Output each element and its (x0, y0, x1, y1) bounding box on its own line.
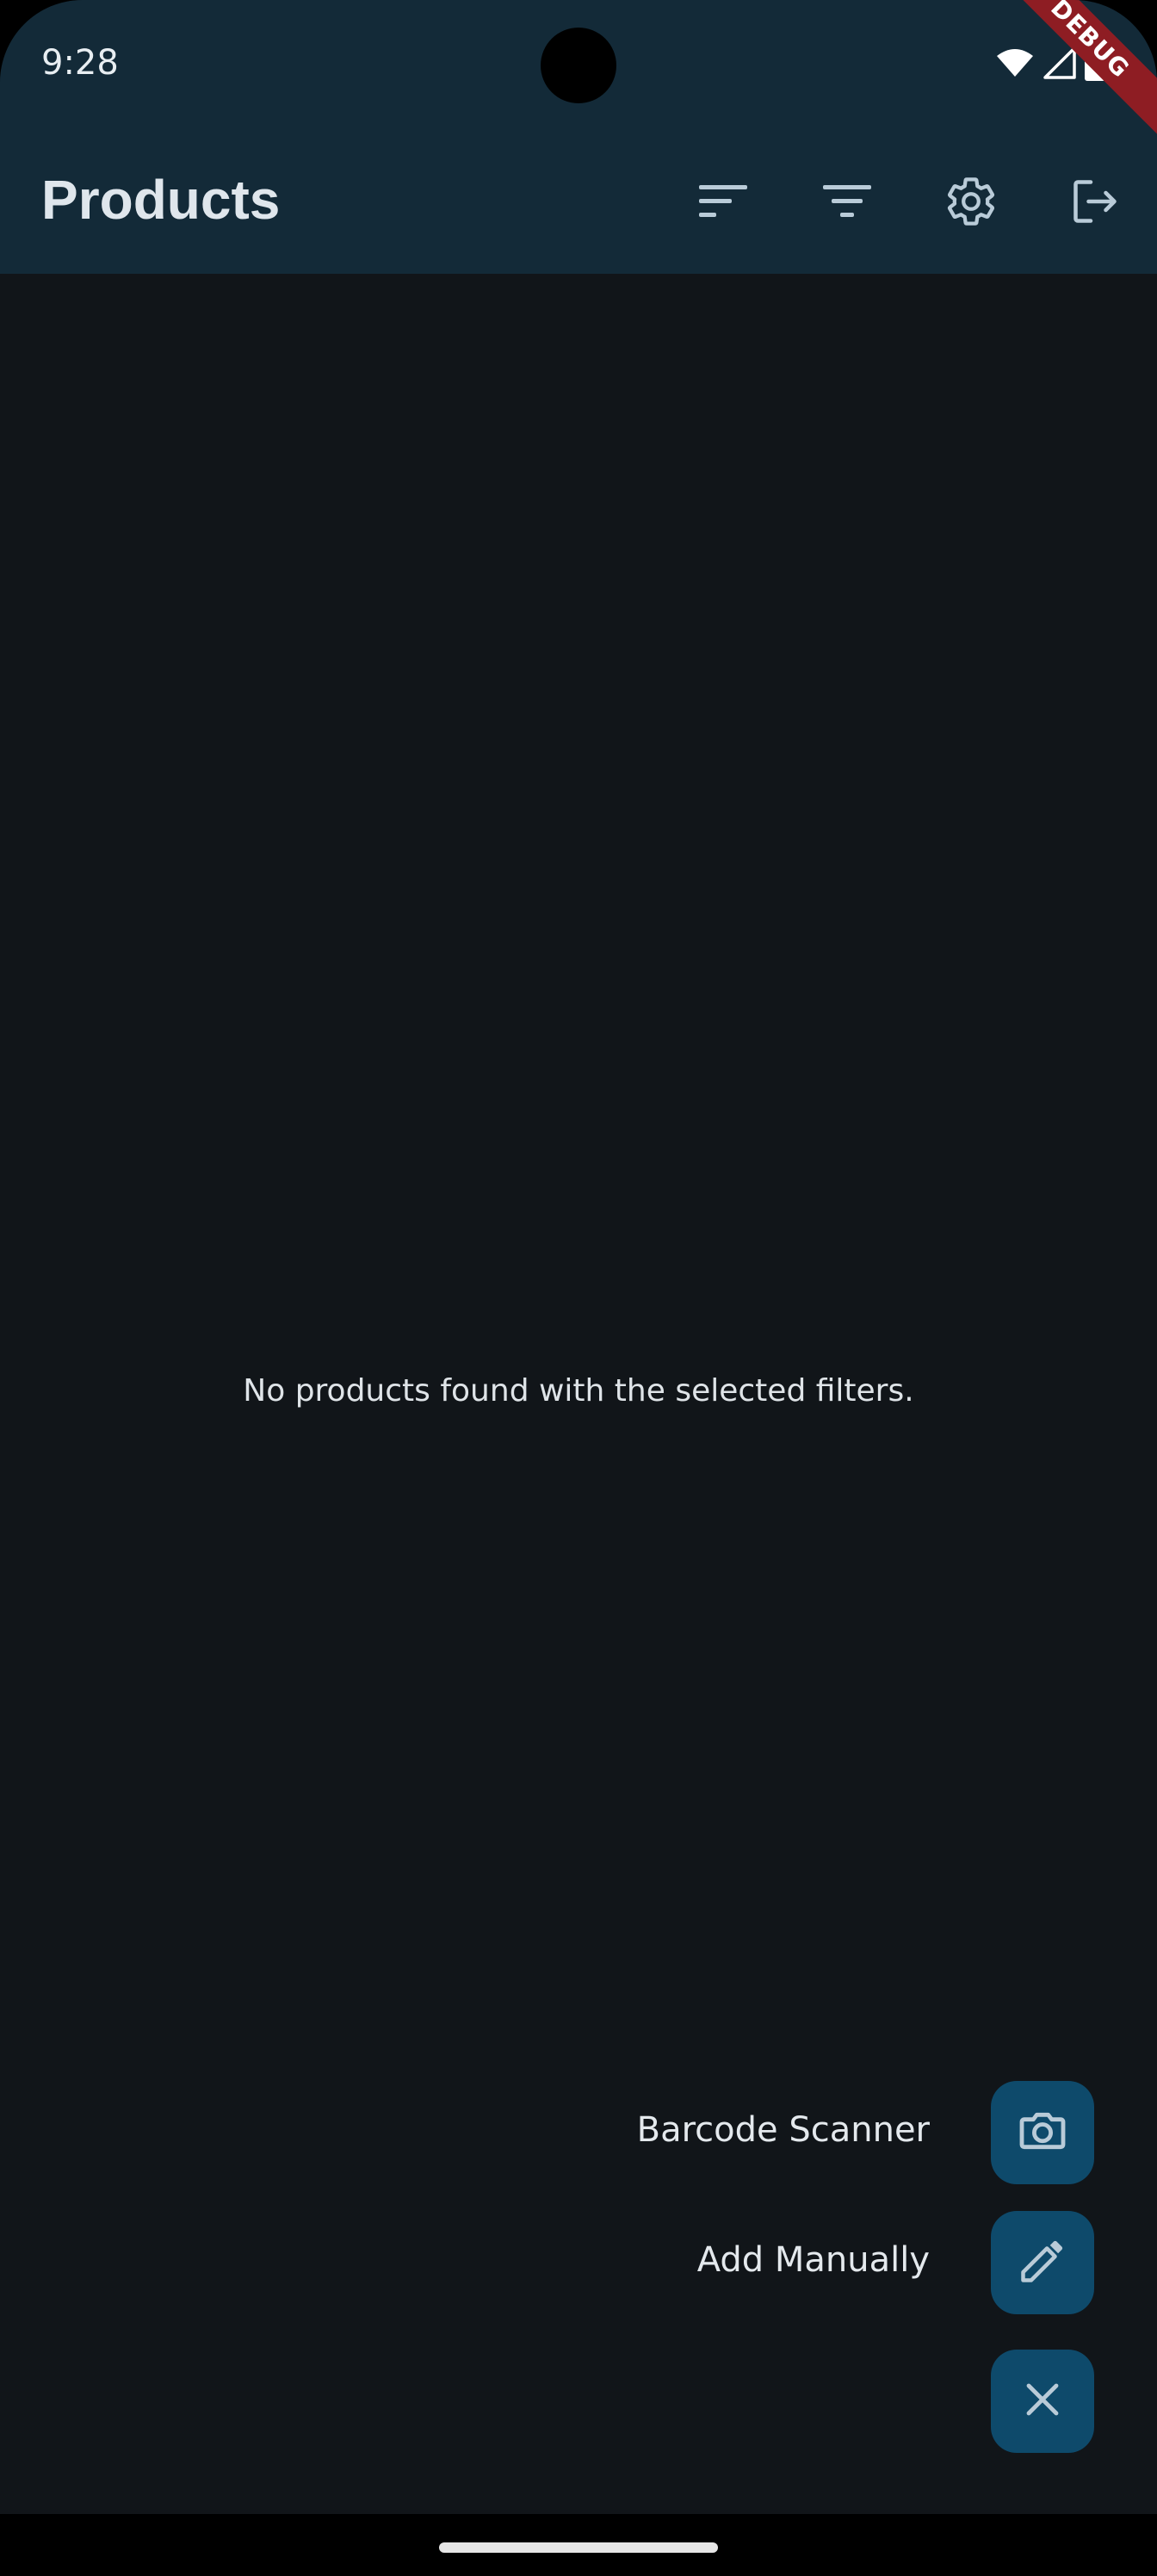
add-manually-button[interactable] (991, 2211, 1094, 2314)
filter-button[interactable] (813, 169, 882, 238)
barcode-scanner-button[interactable] (991, 2081, 1094, 2184)
logout-icon (1069, 176, 1121, 232)
page-title: Products (41, 169, 281, 231)
sort-button[interactable] (689, 169, 758, 238)
barcode-scanner-label[interactable]: Barcode Scanner (637, 2110, 930, 2150)
camera-icon (1015, 2103, 1070, 2163)
filter-icon (821, 183, 873, 225)
wifi-icon (995, 47, 1035, 83)
settings-icon (944, 174, 999, 233)
signal-icon (1043, 46, 1076, 84)
empty-state-message: No products found with the selected filt… (243, 1373, 914, 1409)
settings-button[interactable] (937, 169, 1005, 238)
app-screen: 9:28 DEBUG Products No products found wi… (0, 0, 1157, 2514)
status-time: 9:28 (41, 43, 119, 83)
close-icon (1022, 2379, 1063, 2424)
app-bar: 9:28 DEBUG Products (0, 0, 1157, 274)
home-indicator[interactable] (439, 2542, 718, 2553)
close-speed-dial-button[interactable] (991, 2350, 1094, 2453)
logout-button[interactable] (1061, 169, 1129, 238)
camera-cutout (541, 28, 616, 103)
add-manually-label[interactable]: Add Manually (697, 2240, 930, 2280)
sort-icon (697, 183, 749, 225)
pencil-icon (1017, 2235, 1068, 2291)
